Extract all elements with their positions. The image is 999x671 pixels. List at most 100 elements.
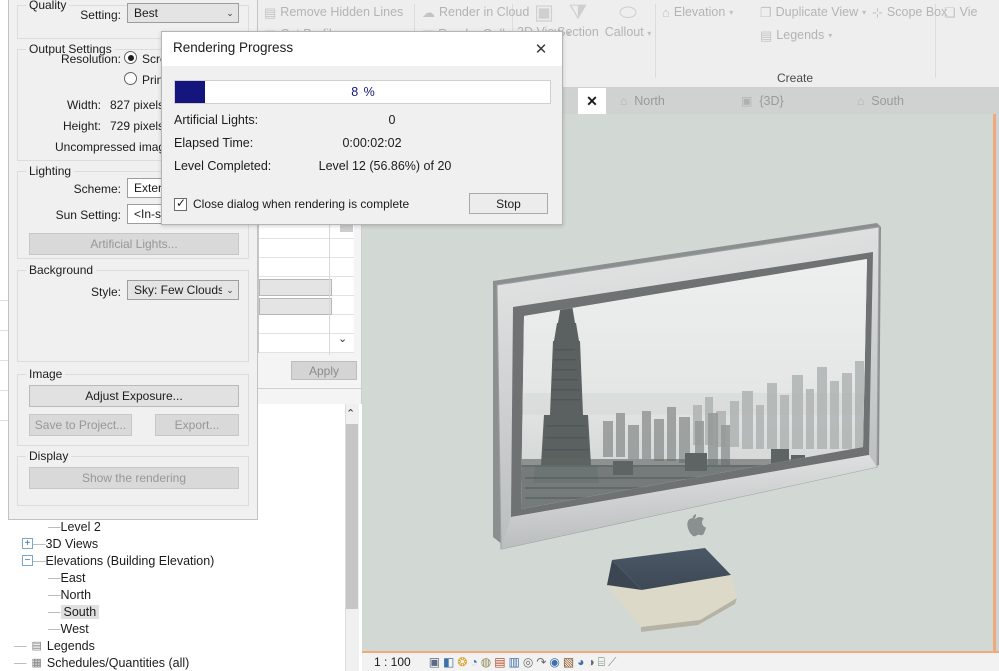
ribbon-big-label: Section bbox=[557, 25, 599, 39]
visual-style-icon[interactable]: ❂ bbox=[457, 656, 467, 668]
ribbon-callout-button[interactable]: ⬭ Callout ▾ bbox=[600, 0, 656, 40]
tree-node-label: South bbox=[60, 604, 100, 619]
close-dialog-checkbox[interactable] bbox=[174, 196, 187, 211]
tab-label: North bbox=[634, 94, 665, 108]
export-button: Export... bbox=[155, 414, 239, 436]
elevation-icon: ⌂ bbox=[662, 4, 670, 20]
chevron-down-icon[interactable]: ▾ bbox=[647, 29, 651, 38]
setting-label: Setting: bbox=[80, 8, 121, 22]
width-label: Width: bbox=[66, 98, 101, 112]
tree-node-west[interactable]: — West bbox=[0, 620, 258, 637]
ribbon-duplicate-view[interactable]: ❐ Duplicate View ▾ bbox=[760, 5, 866, 19]
property-row[interactable] bbox=[259, 296, 354, 315]
sun-path-icon[interactable]: ◔ bbox=[470, 656, 477, 668]
expand-icon[interactable]: + bbox=[22, 538, 33, 549]
ribbon-remove-hidden-lines[interactable]: ▤ Remove Hidden Lines bbox=[264, 5, 403, 19]
temporary-view-properties-icon[interactable]: ◕ bbox=[577, 656, 584, 668]
ribbon-legends[interactable]: ▤ Legends ▾ bbox=[760, 28, 832, 42]
adjust-exposure-button[interactable]: Adjust Exposure... bbox=[29, 385, 239, 407]
background-style-combo[interactable]: Sky: Few Clouds ⌄ bbox=[127, 280, 239, 300]
dialog-title: Rendering Progress bbox=[173, 40, 294, 55]
chevron-down-icon[interactable]: ⌄ bbox=[338, 332, 347, 345]
detail-level-icon[interactable]: ◧ bbox=[443, 656, 454, 668]
elapsed-time-row-value: 0:00:02:02 bbox=[342, 136, 402, 150]
property-column-divider bbox=[329, 220, 330, 355]
hide-analytical-icon[interactable]: ◑ bbox=[588, 656, 595, 668]
chevron-down-icon[interactable]: ▾ bbox=[862, 8, 866, 17]
tree-dash: — bbox=[33, 536, 46, 551]
ribbon-render-in-cloud[interactable]: ☁ Render in Cloud bbox=[422, 5, 529, 19]
artificial-lights-row-value: 0 bbox=[388, 113, 396, 127]
ribbon-view-truncated[interactable]: ❏ Vie bbox=[944, 5, 978, 19]
tree-node-3d-views[interactable]: + — 3D Views bbox=[0, 535, 258, 552]
tree-dash: — bbox=[48, 587, 61, 602]
resolution-printer-radio[interactable] bbox=[124, 72, 137, 85]
dialog-titlebar[interactable]: Rendering Progress ✕ bbox=[162, 32, 562, 66]
tab-south[interactable]: ⌂ South bbox=[843, 88, 918, 114]
tree-node-label: East bbox=[60, 570, 86, 585]
tree-node-schedules[interactable]: — ▦ Schedules/Quantities (all) bbox=[0, 654, 258, 671]
tab-north[interactable]: ⌂ North bbox=[606, 88, 679, 114]
temporary-hide-icon[interactable]: ◉ bbox=[549, 656, 559, 668]
stop-button[interactable]: Stop bbox=[469, 193, 548, 214]
show-crop-icon[interactable]: ◎ bbox=[523, 656, 533, 668]
ribbon-scope-box[interactable]: ⊹ Scope Box bbox=[872, 5, 947, 19]
progress-bar: 8 % bbox=[174, 80, 551, 104]
project-browser: — Level 2 + — 3D Views − — Elevations (B… bbox=[0, 518, 258, 671]
property-row[interactable] bbox=[259, 239, 354, 258]
reveal-constraints-icon[interactable]: ⟋ bbox=[608, 656, 616, 668]
tab-3d[interactable]: ▣ {3D} bbox=[727, 88, 798, 114]
view-scale[interactable]: 1 : 100 bbox=[374, 655, 411, 669]
resolution-screen-radio[interactable] bbox=[124, 51, 137, 64]
width-value: 827 pixels bbox=[110, 98, 165, 112]
section-icon: ⧩ bbox=[568, 1, 588, 24]
elevation-tab-icon: ⌂ bbox=[620, 94, 628, 108]
left-edge-strip bbox=[0, 0, 8, 671]
chevron-up-icon[interactable]: ⌃ bbox=[346, 407, 355, 420]
property-row[interactable] bbox=[259, 258, 354, 277]
shadows-icon[interactable]: ◍ bbox=[481, 656, 491, 668]
property-row[interactable] bbox=[259, 277, 354, 296]
close-dialog-checkbox-row[interactable]: Close dialog when rendering is complete bbox=[174, 196, 410, 211]
view-control-bar: 1 : 100 ▣ ◧ ❂ ◔ ◍ ▤ ▥ ◎ ↷ ◉ ▧ ◕ ◑ ⌸ ⟋ bbox=[362, 651, 999, 671]
chevron-down-icon: ⌄ bbox=[226, 7, 234, 18]
scope-box-icon: ⊹ bbox=[872, 4, 883, 20]
close-icon[interactable]: ✕ bbox=[520, 32, 562, 66]
scale-icon[interactable]: ▣ bbox=[429, 656, 440, 668]
chevron-down-icon[interactable]: ▾ bbox=[828, 31, 832, 40]
tree-node-south[interactable]: — South bbox=[0, 603, 258, 620]
chevron-down-icon: ⌄ bbox=[226, 284, 234, 295]
style-label: Style: bbox=[90, 285, 121, 299]
crop-view-icon[interactable]: ▥ bbox=[509, 656, 520, 668]
tree-node-north[interactable]: — North bbox=[0, 586, 258, 603]
ribbon-item-label: Remove Hidden Lines bbox=[280, 5, 404, 19]
tree-node-level-2[interactable]: — Level 2 bbox=[0, 518, 258, 535]
ribbon-elevation[interactable]: ⌂ Elevation ▾ bbox=[662, 5, 733, 19]
rendering-dialog-icon[interactable]: ▤ bbox=[494, 656, 505, 668]
collapse-icon[interactable]: − bbox=[22, 555, 33, 566]
apply-button[interactable]: Apply bbox=[291, 361, 357, 380]
duplicate-view-icon: ❐ bbox=[760, 4, 772, 20]
tree-dash: — bbox=[48, 604, 61, 619]
panel-divider bbox=[258, 388, 362, 389]
revit-application-window: ▤ Remove Hidden Lines ▥ Cut Profile ☁ Re… bbox=[0, 0, 999, 671]
reveal-hidden-icon[interactable]: ▧ bbox=[563, 656, 574, 668]
progress-percent-label: 8 % bbox=[351, 85, 376, 99]
close-dialog-checkbox-label: Close dialog when rendering is complete bbox=[193, 197, 410, 211]
lock-3d-view-icon[interactable]: ↷ bbox=[536, 656, 546, 668]
project-browser-scroll-thumb[interactable] bbox=[346, 424, 358, 609]
tree-node-elevations[interactable]: − — Elevations (Building Elevation) bbox=[0, 552, 258, 569]
ribbon-item-label: Duplicate View bbox=[775, 5, 859, 19]
chevron-down-icon[interactable]: ▾ bbox=[729, 8, 733, 17]
quality-setting-combo[interactable]: Best ⌄ bbox=[127, 3, 239, 23]
artificial-lights-button: Artificial Lights... bbox=[29, 233, 239, 255]
tree-node-label: Legends bbox=[46, 638, 95, 653]
tree-node-legends[interactable]: — ▤ Legends bbox=[0, 637, 258, 654]
highlight-displacement-icon[interactable]: ⌸ bbox=[598, 656, 605, 668]
tree-node-east[interactable]: — East bbox=[0, 569, 258, 586]
elevation-tab-icon: ⌂ bbox=[857, 94, 865, 108]
tab-close-button[interactable]: ✕ bbox=[578, 88, 606, 114]
render-in-cloud-icon: ☁ bbox=[422, 4, 435, 20]
image-group-label: Image bbox=[26, 367, 66, 381]
save-to-project-button: Save to Project... bbox=[29, 414, 132, 436]
